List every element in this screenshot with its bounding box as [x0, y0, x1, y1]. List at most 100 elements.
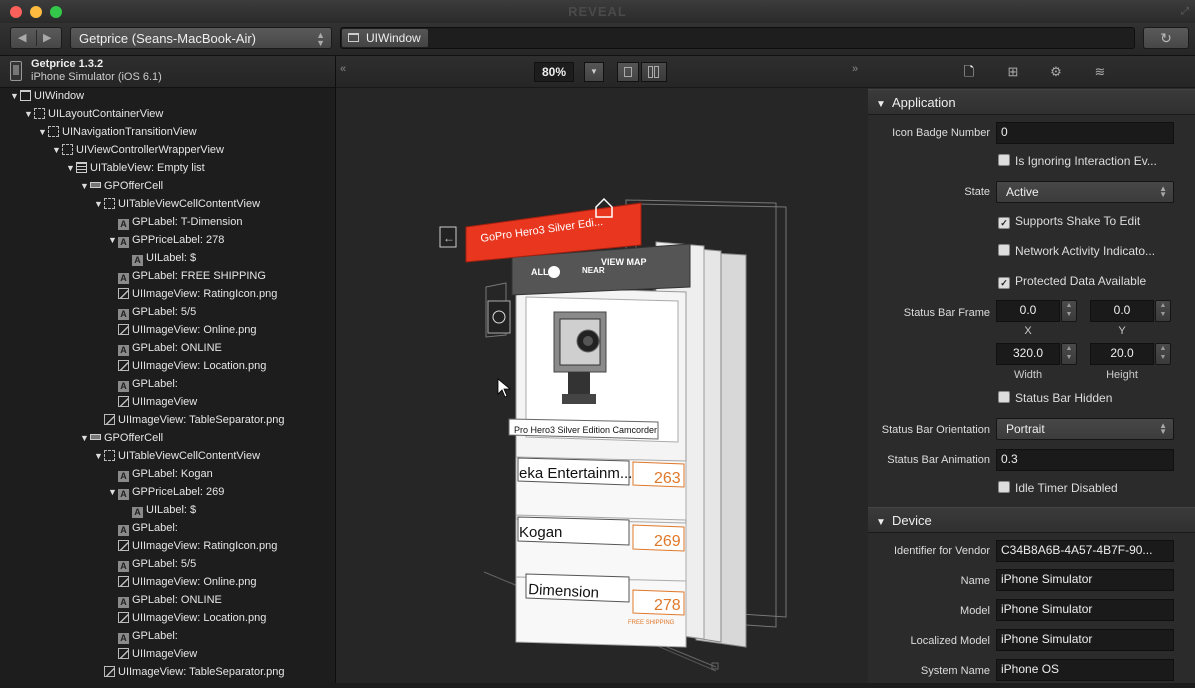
back-arrow-icon[interactable]: ◀	[18, 31, 26, 44]
3d-mode-button[interactable]	[641, 62, 667, 82]
2d-mode-button[interactable]	[617, 62, 639, 82]
section-application[interactable]: ▼ Application	[868, 89, 1195, 115]
section-device[interactable]: ▼ Device	[868, 507, 1195, 533]
fullscreen-icon[interactable]: ⤢	[1181, 6, 1189, 17]
tree-item[interactable]: UIImageView	[108, 393, 197, 411]
tree-item[interactable]: ▼ A GPPriceLabel: 278	[108, 231, 224, 249]
3d-viewport[interactable]: ALL NEAR VIEW MAP GoPro Hero3 Silver Edi…	[336, 87, 868, 683]
inspector-tabs: 🗋 ⊞ ⚙ ≋	[868, 56, 1195, 88]
window-icon	[20, 90, 31, 101]
tree-item[interactable]: ▼ UITableView: Empty list	[66, 159, 205, 177]
frame-y-field[interactable]: 0.0	[1090, 300, 1154, 322]
camera-mount	[568, 372, 590, 394]
canvas-panel: « 80% ▼ » ALL NEAR VIEW MAP GoPro Hero3 …	[336, 56, 868, 683]
tree-item[interactable]: ▼ GPOfferCell	[80, 429, 163, 447]
disclosure-triangle-icon[interactable]: ▼	[80, 177, 90, 195]
name-field[interactable]: iPhone Simulator	[996, 569, 1174, 591]
supports-shake-checkbox[interactable]: ✓ Supports Shake To Edit	[998, 214, 1140, 229]
tree-item[interactable]: A UILabel: $	[122, 501, 196, 519]
zoom-level[interactable]: 80%	[534, 62, 574, 82]
tree-item[interactable]: ▼ A GPPriceLabel: 269	[108, 483, 224, 501]
tree-item[interactable]: ▼ UINavigationTransitionView	[38, 123, 197, 141]
tree-item[interactable]: A GPLabel: 5/5	[108, 303, 196, 321]
tree-item[interactable]: UIImageView: TableSeparator.png	[94, 663, 285, 681]
frame-x-stepper[interactable]: ▲ ▼	[1061, 300, 1077, 322]
frame-y-label: Y	[1118, 325, 1126, 337]
exploded-view-illustration[interactable]: ALL NEAR VIEW MAP GoPro Hero3 Silver Edi…	[336, 87, 868, 683]
document-icon[interactable]: 🗋	[959, 62, 979, 82]
tree-item[interactable]: UIImageView: TableSeparator.png	[94, 411, 285, 429]
collapse-left-icon[interactable]: «	[340, 63, 346, 75]
tree-item[interactable]: A GPLabel: ONLINE	[108, 591, 222, 609]
disclosure-triangle-icon[interactable]: ▼	[94, 195, 104, 213]
state-select[interactable]: Active ▲ ▼	[996, 181, 1174, 203]
status-bar-frame-label: Status Bar Frame	[903, 307, 990, 319]
tree-item[interactable]: A GPLabel: T-Dimension	[108, 213, 242, 231]
system-name-field[interactable]: iPhone OS	[996, 659, 1174, 681]
frame-y-stepper[interactable]: ▲ ▼	[1155, 300, 1171, 322]
tree-item-label: UITableView: Empty list	[90, 162, 205, 174]
frame-x-field[interactable]: 0.0	[996, 300, 1060, 322]
network-activity-checkbox[interactable]: Network Activity Indicato...	[998, 244, 1155, 258]
ignoring-interaction-checkbox[interactable]: Is Ignoring Interaction Ev...	[998, 154, 1157, 168]
refresh-icon: ↻	[1160, 30, 1172, 46]
sliders-icon[interactable]: ⚙	[1046, 62, 1066, 82]
tree-item[interactable]: A UILabel: $	[122, 249, 196, 267]
frame-width-label: Width	[1013, 369, 1043, 381]
localized-model-field[interactable]: iPhone Simulator	[996, 629, 1174, 651]
tree-item[interactable]: A GPLabel:	[108, 375, 178, 393]
tree-item[interactable]: UIImageView: Online.png	[108, 321, 257, 339]
frame-width-field[interactable]: 320.0	[996, 343, 1060, 365]
animation-field[interactable]: 0.3	[996, 449, 1174, 471]
app-selector[interactable]: Getprice (Seans-MacBook-Air) ▲ ▼	[70, 27, 332, 49]
disclosure-triangle-icon[interactable]: ▼	[108, 483, 118, 501]
forward-arrow-icon[interactable]: ▶	[43, 31, 51, 44]
tree-item[interactable]: ▼ UIViewControllerWrapperView	[52, 141, 224, 159]
tree-item[interactable]: UIImageView: Location.png	[108, 357, 266, 375]
tree-item[interactable]: UIImageView	[108, 645, 197, 663]
tree-item[interactable]: ▼ GPOfferCell	[80, 177, 163, 195]
disclosure-triangle-icon[interactable]: ▼	[38, 123, 48, 141]
collapse-right-icon[interactable]: »	[852, 63, 858, 75]
frame-height-stepper[interactable]: ▲ ▼	[1155, 343, 1171, 365]
vendor-id-field[interactable]: C34B8A6B-4A57-4B7F-90...	[996, 540, 1174, 562]
tree-item[interactable]: UIImageView: Location.png	[108, 609, 266, 627]
tree-item[interactable]: A GPLabel:	[108, 519, 178, 537]
breadcrumb-item-uiwindow[interactable]: UIWindow	[342, 29, 428, 47]
disclosure-triangle-icon[interactable]: ▼	[94, 447, 104, 465]
tree-item[interactable]: UIImageView: Online.png	[108, 573, 257, 591]
tree-item[interactable]: A GPLabel:	[108, 627, 178, 645]
disclosure-triangle-icon[interactable]: ▼	[24, 105, 34, 123]
layout-icon[interactable]: ⊞	[1003, 62, 1023, 82]
refresh-button[interactable]: ↻	[1143, 27, 1189, 49]
icon-badge-field[interactable]: 0	[996, 122, 1174, 144]
disclosure-triangle-icon[interactable]: ▼	[80, 429, 90, 447]
tree-item[interactable]: ▼ UILayoutContainerView	[24, 105, 163, 123]
disclosure-triangle-icon[interactable]: ▼	[10, 87, 20, 105]
disclosure-triangle-icon[interactable]: ▼	[108, 231, 118, 249]
model-field[interactable]: iPhone Simulator	[996, 599, 1174, 621]
tree-item[interactable]: A GPLabel: ONLINE	[108, 339, 222, 357]
status-bar-hidden-checkbox[interactable]: Status Bar Hidden	[998, 391, 1112, 405]
tree-item[interactable]: A GPLabel: 5/5	[108, 555, 196, 573]
tree-item-label: GPLabel: Kogan	[132, 468, 213, 480]
frame-width-stepper[interactable]: ▲ ▼	[1061, 343, 1077, 365]
zoom-dropdown-button[interactable]: ▼	[584, 62, 604, 82]
offer-price-text: 263	[654, 470, 681, 487]
tree-item-label: GPLabel: T-Dimension	[132, 216, 243, 228]
tree-item[interactable]: UIImageView: RatingIcon.png	[108, 285, 277, 303]
tree-item[interactable]: ▼ UITableViewCellContentView	[94, 195, 260, 213]
tree-item[interactable]: A GPLabel: Kogan	[108, 465, 213, 483]
layers-icon[interactable]: ≋	[1090, 62, 1110, 82]
disclosure-triangle-icon[interactable]: ▼	[52, 141, 62, 159]
disclosure-triangle-icon[interactable]: ▼	[66, 159, 76, 177]
frame-height-field[interactable]: 20.0	[1090, 343, 1154, 365]
protected-data-checkbox[interactable]: ✓ Protected Data Available	[998, 274, 1146, 289]
tree-item[interactable]: A GPLabel: FREE SHIPPING	[108, 267, 266, 285]
free-shipping-text: FREE SHIPPING	[628, 620, 675, 626]
orientation-select[interactable]: Portrait ▲ ▼	[996, 418, 1174, 440]
tree-item[interactable]: ▼ UITableViewCellContentView	[94, 447, 260, 465]
tree-item[interactable]: UIImageView: RatingIcon.png	[108, 537, 277, 555]
tree-item[interactable]: ▼ UIWindow	[10, 87, 84, 105]
idle-timer-checkbox[interactable]: Idle Timer Disabled	[998, 481, 1118, 495]
